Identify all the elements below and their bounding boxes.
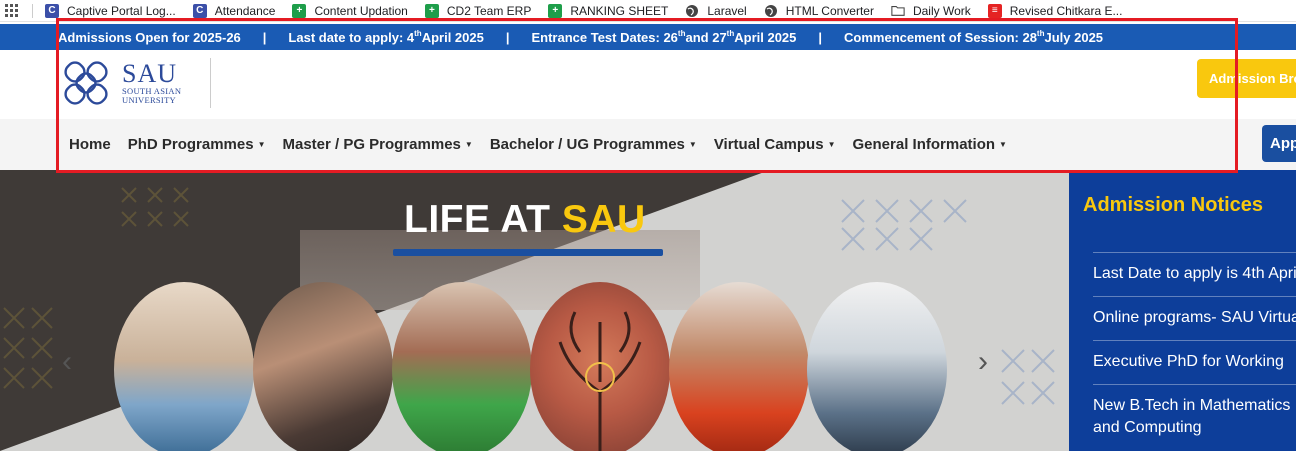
nav-bachelor-ug-programmes[interactable]: Bachelor / UG Programmes ▼ <box>490 136 697 153</box>
carousel-prev-button[interactable]: ‹ <box>62 345 72 379</box>
bookmark-label: Content Updation <box>314 3 408 18</box>
caret-down-icon: ▼ <box>464 140 473 149</box>
photo-cultural-dancer <box>669 282 809 451</box>
nav-label: Home <box>69 136 111 153</box>
ticker-separator: | <box>818 29 823 45</box>
caret-down-icon: ▼ <box>257 140 266 149</box>
bookmark-html-converter[interactable]: HTML Converter <box>764 4 874 18</box>
plus-icon: + <box>292 3 307 18</box>
bookmark-cd2-team-erp[interactable]: + CD2 Team ERP <box>424 3 532 18</box>
nav-virtual-campus[interactable]: Virtual Campus ▼ <box>714 136 836 153</box>
bookmark-label: Revised Chitkara E... <box>1009 3 1123 18</box>
pdf-icon: ≡ <box>987 3 1002 18</box>
logo-line-2: UNIVERSITY <box>122 95 176 105</box>
bookmark-captive-portal[interactable]: C Captive Portal Log... <box>45 3 176 18</box>
bookmark-label: Daily Work <box>912 3 971 18</box>
nav-label: Bachelor / UG Programmes <box>489 136 685 153</box>
photo-science-lab <box>807 282 947 451</box>
photo-students-group <box>253 282 393 451</box>
bookmark-laravel[interactable]: Laravel <box>685 3 747 18</box>
plus-icon: + <box>424 3 439 18</box>
nav-label: Master / PG Programmes <box>282 136 461 153</box>
ticker-commencement: Commencement of Session: 28th July 2025 <box>844 29 1104 45</box>
folder-icon <box>891 4 905 18</box>
nav-home[interactable]: Home <box>69 136 111 153</box>
announcement-ticker: Admissions Open for 2025-26 | Last date … <box>0 24 1296 50</box>
apps-grid-icon[interactable] <box>0 0 24 22</box>
hero-title-underline <box>393 249 663 256</box>
apply-button[interactable]: Apply <box>1262 125 1296 162</box>
ticker-admissions: Admissions Open for 2025-26 <box>58 29 241 45</box>
globe-icon <box>685 4 699 18</box>
carousel-next-button[interactable]: › <box>978 345 988 379</box>
bookmarks-bar: C Captive Portal Log... C Attendance + C… <box>0 0 1296 22</box>
logo-text: SAU SOUTH ASIAN UNIVERSITY <box>122 61 181 105</box>
sau-logo[interactable]: SAU SOUTH ASIAN UNIVERSITY <box>60 57 212 109</box>
admission-brochure-button[interactable]: Admission Brochure <box>1197 59 1296 98</box>
photo-sau-emblem-art <box>530 282 670 451</box>
c-icon: C <box>192 3 207 18</box>
bookmark-label: HTML Converter <box>785 3 874 18</box>
photo-campus-building <box>114 282 254 451</box>
notice-item[interactable]: Executive PhD for Working <box>1093 340 1296 384</box>
site-header: SAU SOUTH ASIAN UNIVERSITY Admission Bro… <box>0 50 1296 119</box>
bookmarks-divider <box>32 3 33 18</box>
caret-down-icon: ▼ <box>827 140 836 149</box>
x-pattern-decoration <box>121 187 189 227</box>
ticker-separator: | <box>505 29 510 45</box>
ticker-separator: | <box>262 29 267 45</box>
notice-item[interactable]: New B.Tech in Mathematics and Computing <box>1093 384 1296 450</box>
bookmark-label: CD2 Team ERP <box>446 3 532 18</box>
tree-art-icon <box>558 311 642 451</box>
bookmark-revised-chitkara[interactable]: ≡ Revised Chitkara E... <box>987 3 1123 18</box>
notice-item[interactable]: Last Date to apply is 4th April <box>1093 252 1296 296</box>
nav-phd-programmes[interactable]: PhD Programmes ▼ <box>128 136 266 153</box>
nav-master-pg-programmes[interactable]: Master / PG Programmes ▼ <box>282 136 472 153</box>
ticker-test-dates: Entrance Test Dates: 26th and 27th April… <box>531 29 797 45</box>
caret-down-icon: ▼ <box>999 140 1007 149</box>
nav-label: Virtual Campus <box>713 136 824 153</box>
bookmark-label: RANKING SHEET <box>570 3 669 18</box>
photo-students-dining <box>392 282 532 451</box>
bookmark-daily-work[interactable]: Daily Work <box>891 4 971 18</box>
bookmark-content-updation[interactable]: + Content Updation <box>292 3 408 18</box>
ticker-last-date: Last date to apply: 4th April 2025 <box>288 29 484 45</box>
hero-banner: LIFE AT SAU ‹ › <box>0 170 1069 451</box>
hero-title: LIFE AT SAU <box>404 198 646 241</box>
nav-label: General Information <box>852 136 996 153</box>
notices-title: Admission Notices <box>1083 194 1264 216</box>
admission-notices-panel: Admission Notices Last Date to apply is … <box>1069 170 1296 451</box>
nav-label: PhD Programmes <box>127 136 254 153</box>
x-pattern-decoration <box>3 307 53 389</box>
globe-icon <box>764 4 778 18</box>
main-nav: Home PhD Programmes ▼ Master / PG Progra… <box>0 119 1296 170</box>
bookmark-ranking-sheet[interactable]: + RANKING SHEET <box>548 3 669 18</box>
notice-item[interactable]: Online programs- SAU Virtual <box>1093 296 1296 340</box>
bookmark-attendance[interactable]: C Attendance <box>192 3 276 18</box>
bookmark-label: Captive Portal Log... <box>67 3 176 18</box>
bookmark-label: Laravel <box>707 3 747 18</box>
nav-general-information[interactable]: General Information ▼ <box>853 136 1007 153</box>
plus-icon: + <box>548 3 563 18</box>
c-icon: C <box>45 3 59 18</box>
logo-abbr: SAU <box>122 59 178 88</box>
sau-emblem-icon <box>64 61 108 105</box>
x-pattern-decoration <box>841 199 967 251</box>
logo-divider <box>210 58 211 108</box>
notice-list: Last Date to apply is 4th April Online p… <box>1093 252 1296 450</box>
bookmark-label: Attendance <box>214 3 276 18</box>
x-pattern-decoration <box>1001 349 1055 405</box>
caret-down-icon: ▼ <box>688 140 697 149</box>
